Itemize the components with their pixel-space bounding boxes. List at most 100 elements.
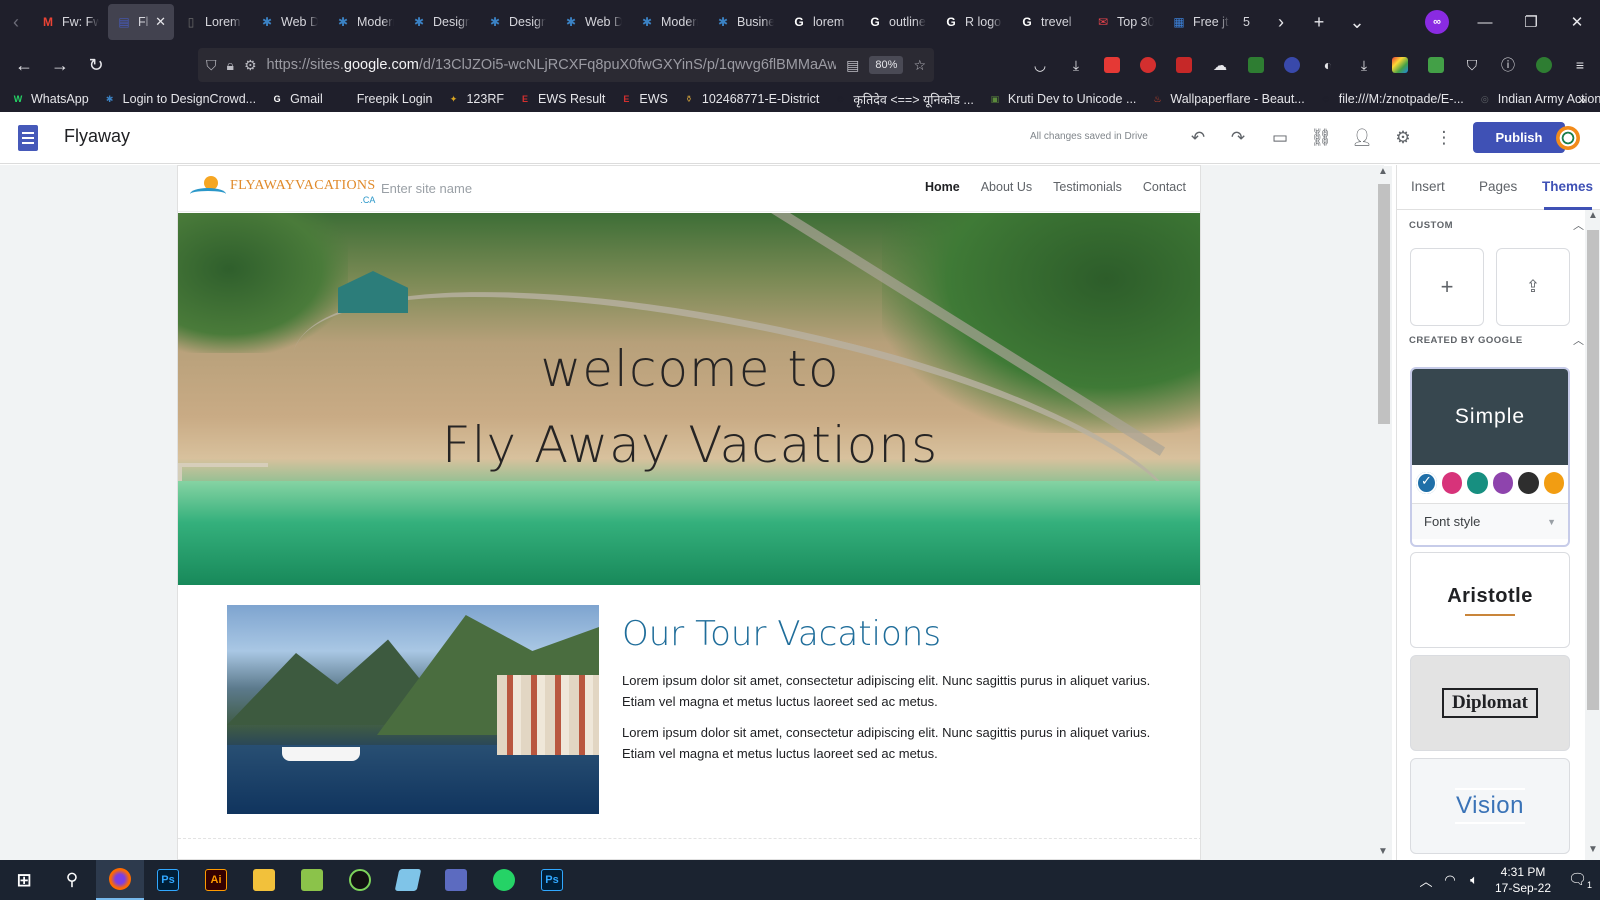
site-header[interactable]: FLYAWAYVACATIONS .CA Enter site name Hom… [178,166,1200,212]
extension-icon[interactable] [1094,44,1130,86]
site-nav-about-us[interactable]: About Us [981,180,1032,194]
bookmark-item[interactable]: E EWS Result [517,91,605,107]
extension-icon[interactable]: ◐ [1310,44,1346,86]
restore-icon[interactable]: ❐ [1508,0,1554,44]
panel-scroll-thumb[interactable] [1587,230,1599,710]
browser-tab[interactable]: G R logo [935,4,1010,40]
settings-gear-icon[interactable]: ⚙ [1391,126,1415,150]
browser-tab[interactable]: Goutline [859,4,934,40]
whatsapp-taskbar-icon[interactable] [480,860,528,900]
extension-icon[interactable] [1166,44,1202,86]
extension-icon[interactable] [1238,44,1274,86]
tab-insert[interactable]: Insert [1411,179,1445,194]
panel-scroll-down-icon[interactable]: ▼ [1588,844,1598,855]
extension-icon[interactable]: ⤓ [1346,44,1382,86]
theme-vision-card[interactable]: Vision [1410,758,1570,854]
browser-tab[interactable]: ▦ Free jt [1163,4,1238,40]
volume-icon[interactable]: 🔈︎ [1462,872,1486,888]
extension-icon[interactable] [1274,44,1310,86]
extension-icon[interactable] [1130,44,1166,86]
bookmark-item[interactable]: ✦ 123RF [445,91,504,107]
app-taskbar-icon[interactable] [288,860,336,900]
collapse-google-themes-icon[interactable]: ︿ [1573,332,1584,348]
scroll-down-icon[interactable]: ▼ [1378,846,1388,857]
app-taskbar-icon[interactable] [336,860,384,900]
app-taskbar-icon[interactable] [432,860,480,900]
preview-devices-icon[interactable]: ▭ [1268,126,1292,150]
scroll-up-icon[interactable]: ▲ [1378,166,1388,177]
browser-tab[interactable]: M Fw: Fw [32,4,107,40]
photoshop-taskbar-icon[interactable]: Ps [528,860,576,900]
clock[interactable]: 4:31 PM 17-Sep-22 [1486,864,1560,896]
downloads-icon[interactable]: ⤓ [1058,44,1094,86]
bookmark-item[interactable]: ♨ Wallpaperflare - Beaut... [1149,91,1304,107]
tour-image-lake-village[interactable] [227,605,599,814]
bookmarks-more-icon[interactable]: » [1578,91,1586,107]
bookmark-item[interactable]: ⊕ file:///M:/znotpade/E-... [1318,91,1464,107]
theme-diplomat-card[interactable]: Diplomat [1410,655,1570,751]
browser-tab[interactable]: ✉ Top 30 [1087,4,1162,40]
back-icon[interactable]: ← [6,47,42,83]
site-nav-contact[interactable]: Contact [1143,180,1186,194]
color-swatch[interactable] [1467,472,1488,494]
bookmark-item[interactable]: ✱ Login to DesignCrowd... [102,91,256,107]
notification-center-icon[interactable]: 🗨︎1 [1560,870,1600,890]
browser-tab[interactable]: ✱ Web Design [555,4,630,40]
copy-link-icon[interactable]: ⛓ [1309,126,1333,150]
private-browsing-icon[interactable]: ∞ [1425,10,1449,34]
publish-button[interactable]: Publish [1473,122,1565,153]
photoshop-taskbar-icon[interactable]: Ps [144,860,192,900]
search-icon[interactable]: ⚲ [48,860,96,900]
google-sites-logo-icon[interactable] [18,125,38,151]
bookmark-item[interactable]: ▣ Kruti Dev to Unicode ... [987,91,1137,107]
lock-icon[interactable]: 🔒︎ [227,57,234,74]
extension-icon[interactable] [1418,44,1454,86]
reload-icon[interactable]: ↻ [78,47,114,83]
close-tab-icon[interactable]: ✕ [155,14,166,30]
browser-tab[interactable]: ✱ Business [707,4,782,40]
bookmark-item[interactable]: F Freepik Login [336,91,433,107]
app-taskbar-icon[interactable] [384,860,432,900]
canvas-scroll-thumb[interactable] [1378,184,1390,424]
browser-tab-active[interactable]: ▤ Flyaway ✕ [108,4,174,40]
menu-icon[interactable]: ≡ [1562,44,1598,86]
illustrator-taskbar-icon[interactable]: Ai [192,860,240,900]
file-explorer-taskbar-icon[interactable] [240,860,288,900]
reader-view-icon[interactable]: ▤ [846,57,859,74]
hero-banner[interactable]: welcome to Fly Away Vacations [178,213,1200,585]
windows-start-icon[interactable]: ⊞ [0,860,48,900]
browser-tab[interactable]: ✱ Modern [631,4,706,40]
site-nav-testimonials[interactable]: Testimonials [1053,180,1122,194]
color-swatch-selected[interactable] [1416,472,1437,494]
url-text[interactable]: https://sites.google.com/d/13ClJZOi5-wcN… [267,57,837,73]
site-name-input[interactable]: Enter site name [381,181,472,196]
tab-overflow[interactable]: 5 [1239,4,1261,40]
extension-icon[interactable]: ☁ [1202,44,1238,86]
color-swatch[interactable] [1543,472,1564,494]
site-page[interactable]: FLYAWAYVACATIONS .CA Enter site name Hom… [177,165,1201,860]
canvas-scrollbar[interactable]: ▲ ▼ [1376,166,1392,860]
wifi-icon[interactable]: ◠ [1438,872,1462,888]
tab-list-chevron-icon[interactable]: ⌄ [1338,0,1376,44]
bookmark-item[interactable]: G Gmail [269,91,323,107]
extension-icon[interactable] [1382,44,1418,86]
firefox-taskbar-icon[interactable] [96,860,144,900]
redo-icon[interactable]: ↷ [1226,126,1250,150]
font-style-dropdown[interactable]: Font style ▼ [1412,503,1568,539]
forward-icon[interactable]: → [42,47,78,83]
bookmark-star-icon[interactable]: ☆ [913,57,926,74]
upload-theme-button[interactable]: ⇪ [1496,248,1570,326]
tour-section-title[interactable]: Our Tour Vacations [622,614,941,654]
tour-paragraph-2[interactable]: Lorem ipsum dolor sit amet, consectetur … [622,722,1152,764]
pocket-icon[interactable]: ◡ [1022,44,1058,86]
browser-tab[interactable]: ✱ Modern [327,4,402,40]
browser-tab[interactable]: Gtrevel [1011,4,1086,40]
tour-section[interactable]: Our Tour Vacations Lorem ipsum dolor sit… [178,586,1200,859]
add-custom-theme-button[interactable]: + [1410,248,1484,326]
tab-themes[interactable]: Themes [1542,179,1593,194]
extension-icon[interactable]: ⛉ [1454,44,1490,86]
browser-tab[interactable]: ✱ Design [479,4,554,40]
color-swatch[interactable] [1441,472,1462,494]
site-nav-home[interactable]: Home [925,180,960,194]
tab-pages[interactable]: Pages [1479,179,1517,194]
